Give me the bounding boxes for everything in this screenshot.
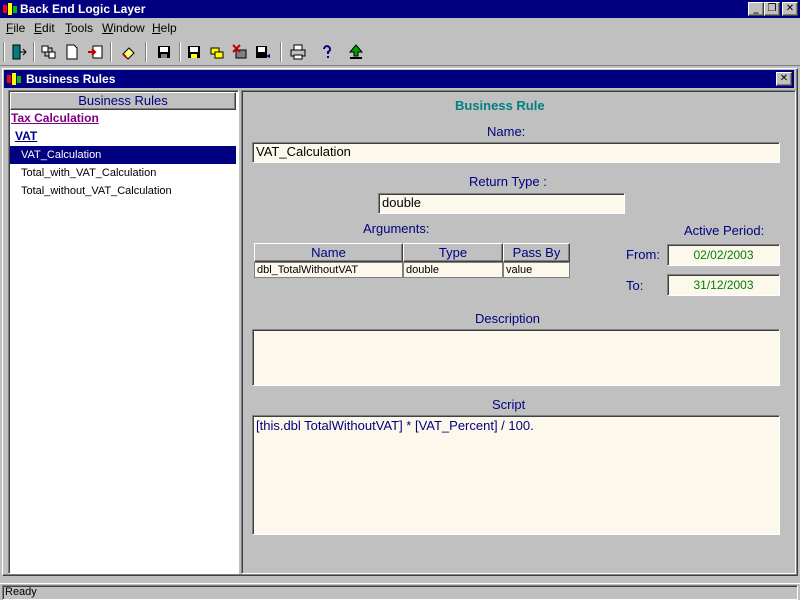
minimize-icon: _ xyxy=(753,3,759,14)
to-date-input[interactable]: 31/12/2003 xyxy=(667,274,780,296)
print-icon xyxy=(290,44,306,60)
to-label: To: xyxy=(626,278,644,293)
grid-cell-pass-by[interactable]: value xyxy=(503,262,570,278)
name-label: Name: xyxy=(487,124,526,139)
save-all-icon xyxy=(188,46,200,58)
child-window-title: Business Rules xyxy=(26,72,116,86)
delete-button[interactable] xyxy=(229,41,251,63)
child-title-bar[interactable]: Business Rules ✕ xyxy=(4,70,794,88)
script-editor[interactable]: [this.dbl TotalWithoutVAT] * [VAT_Percen… xyxy=(252,415,780,535)
toolbar-separator xyxy=(110,42,112,62)
grid-header-name[interactable]: Name xyxy=(254,243,403,262)
menu-window[interactable]: Window xyxy=(102,21,145,35)
save-all-button[interactable] xyxy=(183,41,205,63)
tree-item[interactable]: VAT_Calculation xyxy=(10,146,236,164)
app-icon xyxy=(3,3,17,15)
import-button[interactable] xyxy=(84,41,106,63)
active-period-label: Active Period: xyxy=(684,223,765,238)
status-bar: Ready xyxy=(0,583,800,600)
minimize-button[interactable]: _ xyxy=(748,2,764,16)
window-icon xyxy=(7,73,21,85)
grid-cell-name[interactable]: dbl_TotalWithoutVAT xyxy=(254,262,403,278)
status-text: Ready xyxy=(2,585,798,600)
save-button[interactable] xyxy=(153,41,175,63)
name-input[interactable]: VAT_Calculation xyxy=(252,142,780,163)
save-as-button[interactable] xyxy=(252,41,274,63)
menu-edit[interactable]: Edit xyxy=(34,21,55,35)
tree-category-tax-calculation[interactable]: Tax Calculation xyxy=(11,111,99,125)
print-button[interactable] xyxy=(287,41,309,63)
tree-item[interactable]: Total_with_VAT_Calculation xyxy=(10,164,236,182)
grid-header-pass-by[interactable]: Pass By xyxy=(503,243,570,262)
help-icon xyxy=(323,45,331,58)
restore-button[interactable]: ❐ xyxy=(764,2,780,16)
arguments-label: Arguments: xyxy=(363,221,430,236)
from-label: From: xyxy=(626,247,660,262)
toolbar-grip xyxy=(3,42,5,62)
connect-icon xyxy=(41,45,56,59)
close-icon: ✕ xyxy=(785,3,795,14)
new-document-button[interactable] xyxy=(61,41,83,63)
close-icon: ✕ xyxy=(779,73,789,84)
menu-help[interactable]: Help xyxy=(152,21,177,35)
grid-cell-type[interactable]: double xyxy=(403,262,503,278)
description-label: Description xyxy=(475,311,541,326)
return-type-label: Return Type : xyxy=(469,174,547,189)
toolbar-separator xyxy=(145,42,147,62)
app-title: Back End Logic Layer xyxy=(20,2,146,16)
upload-icon xyxy=(348,44,364,59)
app-title-bar[interactable]: Back End Logic Layer _ ❐ ✕ xyxy=(0,0,800,18)
script-label: Script xyxy=(492,397,526,412)
new-document-icon xyxy=(66,44,78,60)
import-icon xyxy=(88,45,103,59)
menu-bar: File Edit Tools Window Help xyxy=(0,18,800,38)
toolbar xyxy=(0,38,800,66)
upload-button[interactable] xyxy=(345,41,367,63)
toolbar-separator xyxy=(280,42,282,62)
exit-button[interactable] xyxy=(8,41,30,63)
toolbar-separator xyxy=(33,42,35,62)
return-type-input[interactable]: double xyxy=(378,193,625,214)
delete-icon xyxy=(232,44,247,59)
from-date-input[interactable]: 02/02/2003 xyxy=(667,244,780,266)
help-button[interactable] xyxy=(316,41,338,63)
exit-icon xyxy=(12,44,27,60)
tree-item[interactable]: Total_without_VAT_Calculation xyxy=(10,182,236,200)
close-button[interactable]: ✕ xyxy=(782,2,798,16)
copy-button[interactable] xyxy=(206,41,228,63)
tree-group-vat[interactable]: VAT xyxy=(15,129,37,143)
child-close-button[interactable]: ✕ xyxy=(776,72,792,86)
copy-icon xyxy=(210,47,224,59)
connect-button[interactable] xyxy=(38,41,60,63)
form-heading: Business Rule xyxy=(455,98,545,113)
toolbar-separator xyxy=(179,42,181,62)
save-icon xyxy=(158,46,170,58)
menu-file[interactable]: File xyxy=(6,21,25,35)
menu-tools[interactable]: Tools xyxy=(65,21,93,35)
description-textarea[interactable] xyxy=(252,329,780,386)
tree-header: Business Rules xyxy=(10,92,236,110)
restore-icon: ❐ xyxy=(767,3,777,14)
save-as-icon xyxy=(256,46,270,58)
grid-header-type[interactable]: Type xyxy=(403,243,503,262)
eraser-button[interactable] xyxy=(118,41,140,63)
eraser-icon xyxy=(122,47,135,60)
